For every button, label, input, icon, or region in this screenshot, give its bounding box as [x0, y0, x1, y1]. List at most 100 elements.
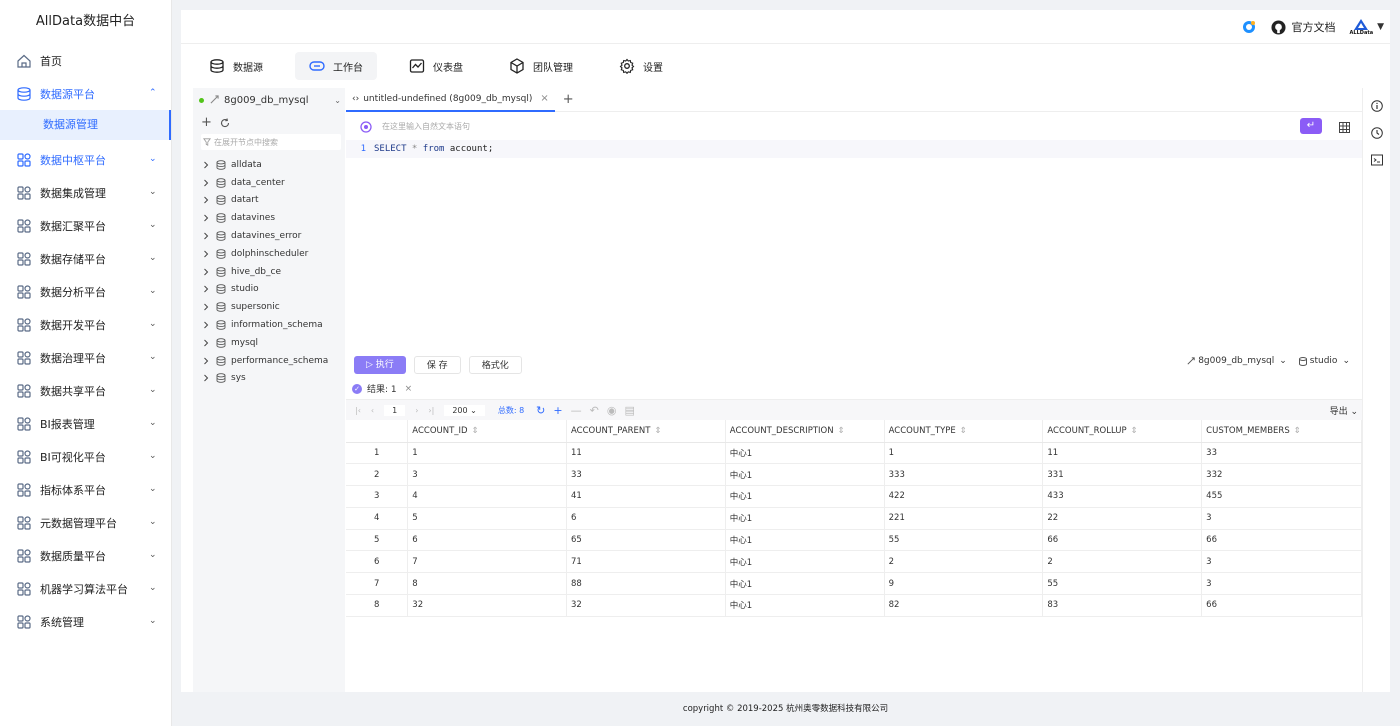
- column-header[interactable]: ACCOUNT_ID ⇕: [407, 420, 567, 443]
- remove-row-icon[interactable]: —: [571, 404, 582, 417]
- sidebar-item[interactable]: 数据开发平台 ⌄: [0, 308, 171, 341]
- table-cell[interactable]: 8: [407, 572, 567, 596]
- table-cell[interactable]: 33: [566, 463, 726, 487]
- table-row[interactable]: 2 3 33 中心1 333 331 332: [346, 463, 1362, 487]
- chevron-right-icon[interactable]: [202, 214, 210, 222]
- nav-tab[interactable]: 设置: [605, 52, 677, 80]
- code-editor[interactable]: 1 SELECT * from account;: [346, 140, 1362, 358]
- table-cell[interactable]: 71: [566, 550, 726, 574]
- table-row[interactable]: 5 6 65 中心1 55 66 66: [346, 529, 1362, 552]
- page-size-select[interactable]: 200 ⌄: [444, 404, 485, 416]
- table-cell[interactable]: 中心1: [725, 529, 885, 552]
- table-cell[interactable]: 中心1: [725, 463, 885, 487]
- close-icon[interactable]: ×: [405, 384, 413, 394]
- table-row[interactable]: 1 1 11 中心1 1 11 33: [346, 442, 1362, 465]
- table-row[interactable]: 6 7 71 中心1 2 2 3: [346, 550, 1362, 574]
- nav-tab[interactable]: 团队管理: [495, 52, 587, 80]
- table-cell[interactable]: 55: [1042, 572, 1203, 596]
- table-cell[interactable]: 9: [884, 572, 1044, 596]
- document-icon[interactable]: ▤: [624, 404, 634, 417]
- column-header[interactable]: ACCOUNT_TYPE ⇕: [884, 420, 1044, 443]
- table-cell[interactable]: 1: [884, 442, 1044, 465]
- close-icon[interactable]: ×: [540, 93, 548, 104]
- database-selector[interactable]: studio ⌄: [1298, 356, 1350, 366]
- tree-node-database[interactable]: studio: [193, 281, 345, 299]
- page-number[interactable]: 1: [384, 404, 406, 416]
- prev-page-icon[interactable]: ‹: [371, 406, 374, 415]
- sidebar-item[interactable]: 元数据管理平台 ⌄: [0, 506, 171, 539]
- table-cell[interactable]: 2: [1042, 550, 1203, 574]
- table-row[interactable]: 8 32 32 中心1 82 83 66: [346, 594, 1362, 617]
- official-docs-link[interactable]: 官方文档: [1292, 19, 1336, 35]
- tree-node-database[interactable]: sys: [193, 370, 345, 388]
- tree-node-database[interactable]: datart: [193, 192, 345, 210]
- table-cell[interactable]: 中心1: [725, 507, 885, 530]
- sidebar-item[interactable]: 数据质量平台 ⌄: [0, 539, 171, 572]
- column-header[interactable]: ACCOUNT_ROLLUP ⇕: [1042, 420, 1203, 443]
- sidebar-item[interactable]: 机器学习算法平台 ⌄: [0, 572, 171, 605]
- refresh-icon[interactable]: ↻: [536, 404, 545, 417]
- chevron-right-icon[interactable]: [202, 250, 210, 258]
- sidebar-item[interactable]: 数据治理平台 ⌄: [0, 341, 171, 374]
- tree-node-database[interactable]: mysql: [193, 334, 345, 352]
- connection-selector[interactable]: 8g009_db_mysql ⌄: [1187, 356, 1287, 366]
- export-button[interactable]: 导出 ⌄: [1330, 404, 1358, 417]
- column-header[interactable]: ACCOUNT_PARENT ⇕: [566, 420, 726, 443]
- chevron-right-icon[interactable]: [202, 179, 210, 187]
- table-cell[interactable]: 3: [407, 463, 567, 487]
- nav-tab[interactable]: 工作台: [295, 52, 377, 80]
- table-cell[interactable]: 6: [566, 507, 726, 530]
- table-cell[interactable]: 11: [566, 442, 726, 465]
- submenu-item-datasource-management[interactable]: 数据源管理: [0, 110, 171, 140]
- sidebar-item[interactable]: BI可视化平台 ⌄: [0, 440, 171, 473]
- tree-node-database[interactable]: alldata: [193, 156, 345, 174]
- add-icon[interactable]: +: [201, 115, 212, 130]
- sidebar-item[interactable]: BI报表管理 ⌄: [0, 407, 171, 440]
- tree-node-database[interactable]: performance_schema: [193, 352, 345, 370]
- nav-tab[interactable]: 数据源: [195, 52, 277, 80]
- nav-tab[interactable]: 仪表盘: [395, 52, 477, 80]
- tree-node-database[interactable]: data_center: [193, 174, 345, 192]
- table-cell[interactable]: 7: [407, 550, 567, 574]
- table-cell[interactable]: 22: [1042, 507, 1203, 530]
- brand-logo[interactable]: ALLData: [1350, 18, 1373, 36]
- view-icon[interactable]: ◉: [607, 404, 617, 417]
- table-cell[interactable]: 66: [1201, 529, 1362, 552]
- tree-node-database[interactable]: information_schema: [193, 316, 345, 334]
- table-cell[interactable]: 83: [1042, 594, 1203, 617]
- column-header[interactable]: ACCOUNT_DESCRIPTION ⇕: [725, 420, 885, 443]
- sidebar-item[interactable]: 数据源平台 ⌃: [0, 77, 171, 110]
- next-page-icon[interactable]: ›: [415, 406, 418, 415]
- table-cell[interactable]: 333: [884, 463, 1044, 487]
- table-cell[interactable]: 6: [407, 529, 567, 552]
- tree-node-database[interactable]: datavines_error: [193, 227, 345, 245]
- sidebar-item[interactable]: 指标体系平台 ⌄: [0, 473, 171, 506]
- table-cell[interactable]: 88: [566, 572, 726, 596]
- table-cell[interactable]: 41: [566, 485, 726, 508]
- table-cell[interactable]: 3: [1201, 507, 1362, 530]
- table-cell[interactable]: 422: [884, 485, 1044, 508]
- sidebar-item[interactable]: 数据集成管理 ⌄: [0, 176, 171, 209]
- table-cell[interactable]: 中心1: [725, 550, 885, 574]
- table-cell[interactable]: 1: [407, 442, 567, 465]
- table-cell[interactable]: 中心1: [725, 572, 885, 596]
- tree-search-input[interactable]: 在展开节点中搜索: [201, 134, 341, 150]
- table-cell[interactable]: 82: [884, 594, 1044, 617]
- table-cell[interactable]: 65: [566, 529, 726, 552]
- terminal-icon[interactable]: [1370, 154, 1383, 169]
- sort-icon[interactable]: ⇕: [472, 426, 479, 436]
- sidebar-item[interactable]: 系统管理 ⌄: [0, 605, 171, 638]
- sort-icon[interactable]: ⇕: [1294, 426, 1301, 436]
- sidebar-item[interactable]: 数据分析平台 ⌄: [0, 275, 171, 308]
- table-cell[interactable]: 55: [884, 529, 1044, 552]
- save-button[interactable]: 保 存: [413, 356, 461, 374]
- tree-node-database[interactable]: dolphinscheduler: [193, 245, 345, 263]
- undo-icon[interactable]: ↶: [590, 404, 599, 417]
- table-cell[interactable]: 中心1: [725, 594, 885, 617]
- sort-icon[interactable]: ⇕: [960, 426, 967, 436]
- chevron-right-icon[interactable]: [202, 232, 210, 240]
- chevron-right-icon[interactable]: [202, 268, 210, 276]
- add-row-icon[interactable]: +: [553, 404, 562, 417]
- chevron-right-icon[interactable]: [202, 321, 210, 329]
- tree-node-database[interactable]: supersonic: [193, 298, 345, 316]
